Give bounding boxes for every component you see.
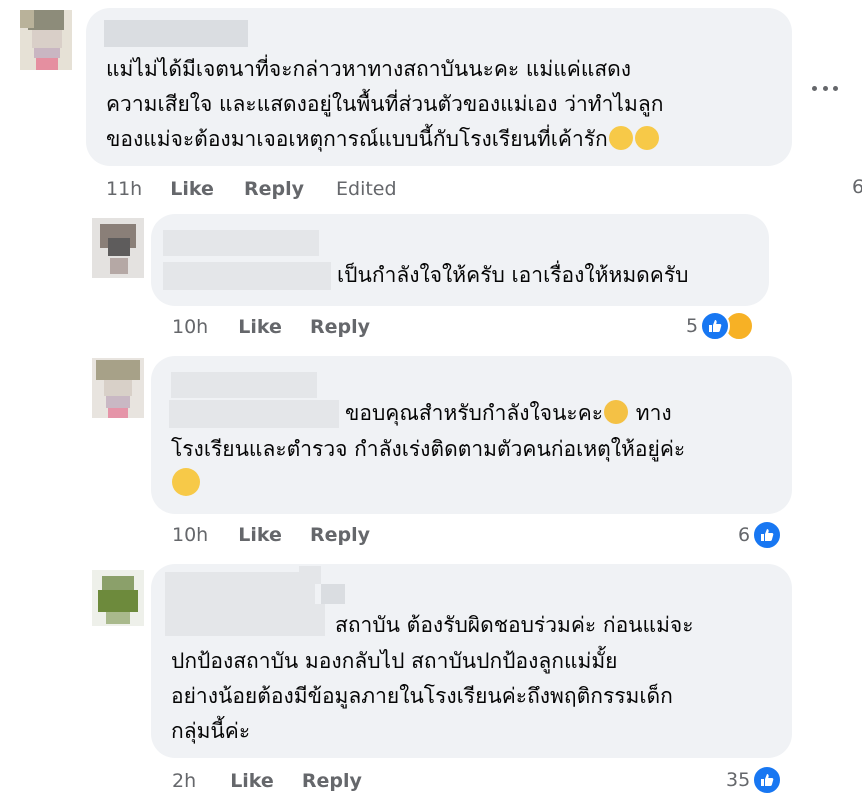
- comment-actions: 10h Like Reply: [172, 522, 370, 548]
- blurred-text: [299, 566, 321, 584]
- comment-bubble: เป็นกำลังใจให้ครับ เอาเรื่องให้หมดครับ: [151, 214, 769, 306]
- reaction-summary[interactable]: 5: [686, 310, 755, 342]
- reaction-summary[interactable]: 35: [726, 764, 783, 796]
- avatar[interactable]: [92, 570, 144, 630]
- thumbs-up-icon: [752, 765, 783, 795]
- crying-face-emoji: [608, 126, 633, 150]
- timestamp[interactable]: 11h: [106, 178, 142, 200]
- reaction-count: 6: [738, 524, 751, 546]
- comment-bubble: ขอบคุณสำหรับกำลังใจนะคะ ทาง โรงเรียนและต…: [151, 356, 792, 514]
- comment-text: ของแม่จะต้องมาเจอเหตุการณ์แบบนี้กับโรงเร…: [106, 122, 660, 157]
- thumbs-up-icon: [752, 520, 783, 550]
- crying-face-emoji: [634, 126, 659, 150]
- like-button[interactable]: Like: [238, 316, 282, 338]
- timestamp[interactable]: 2h: [172, 770, 196, 792]
- comment-actions: 2h Like Reply: [172, 768, 362, 794]
- comment-text: แม่ไม่ได้มีเจตนาที่จะกล่าวหาทางสถาบันนะค…: [106, 57, 632, 81]
- pleading-face-emoji: [172, 468, 200, 496]
- timestamp[interactable]: 10h: [172, 316, 208, 338]
- timestamp[interactable]: 10h: [172, 524, 208, 546]
- more-options-icon[interactable]: [812, 78, 838, 98]
- comment-thread: แม่ไม่ได้มีเจตนาที่จะกล่าวหาทางสถาบันนะค…: [0, 0, 862, 801]
- avatar[interactable]: [92, 218, 144, 278]
- sad-face-emoji: [604, 400, 629, 424]
- comment-actions: 10h Like Reply: [172, 314, 370, 340]
- edited-label[interactable]: Edited: [336, 178, 397, 200]
- blurred-text: [165, 604, 325, 636]
- partial-edge-text: 6: [852, 176, 862, 198]
- avatar[interactable]: [92, 358, 144, 418]
- like-button[interactable]: Like: [230, 770, 274, 792]
- comment-text: [171, 468, 201, 503]
- comment-bubble: สถาบัน ต้องรับผิดชอบร่วมค่ะ ก่อนแม่จะ ปก…: [151, 564, 792, 758]
- comment-text: ขอบคุณสำหรับกำลังใจนะคะ ทาง: [345, 400, 672, 425]
- reaction-count: 35: [726, 769, 751, 791]
- reply-button[interactable]: Reply: [302, 770, 362, 792]
- blurred-text: [163, 262, 331, 290]
- comment-text: อย่างน้อยต้องมีข้อมูลภายในโรงเรียนค่ะถึง…: [171, 684, 673, 708]
- reply-button[interactable]: Reply: [310, 316, 370, 338]
- comment-text: กลุ่มนี้ค่ะ: [171, 719, 251, 743]
- like-button[interactable]: Like: [170, 178, 214, 200]
- author-name-blurred[interactable]: [104, 20, 248, 47]
- blurred-text: [169, 400, 339, 428]
- author-name-blurred[interactable]: [171, 372, 317, 398]
- comment-text: ปกป้องสถาบัน มองกลับไป สถาบันปกป้องลูกแม…: [171, 649, 618, 673]
- comment-actions: 11h Like Reply Edited: [106, 176, 397, 202]
- reaction-summary[interactable]: 6: [738, 519, 783, 551]
- author-name-blurred[interactable]: [165, 572, 315, 604]
- avatar[interactable]: [20, 10, 72, 70]
- author-name-blurred[interactable]: [163, 230, 319, 256]
- reaction-count: 5: [686, 315, 699, 337]
- comment-text: ความเสียใจ และแสดงอยู่ในพื้นที่ส่วนตัวขอ…: [106, 92, 664, 116]
- reply-button[interactable]: Reply: [244, 178, 304, 200]
- comment-text: สถาบัน ต้องรับผิดชอบร่วมค่ะ ก่อนแม่จะ: [335, 613, 694, 637]
- comment-bubble: แม่ไม่ได้มีเจตนาที่จะกล่าวหาทางสถาบันนะค…: [86, 8, 792, 166]
- comment-text: เป็นกำลังใจให้ครับ เอาเรื่องให้หมดครับ: [337, 263, 689, 287]
- thumbs-up-icon: [700, 311, 731, 341]
- comment-text: โรงเรียนและตำรวจ กำลังเร่งติดตามตัวคนก่อ…: [171, 437, 686, 461]
- blurred-text: [321, 584, 345, 604]
- like-button[interactable]: Like: [238, 524, 282, 546]
- reply-button[interactable]: Reply: [310, 524, 370, 546]
